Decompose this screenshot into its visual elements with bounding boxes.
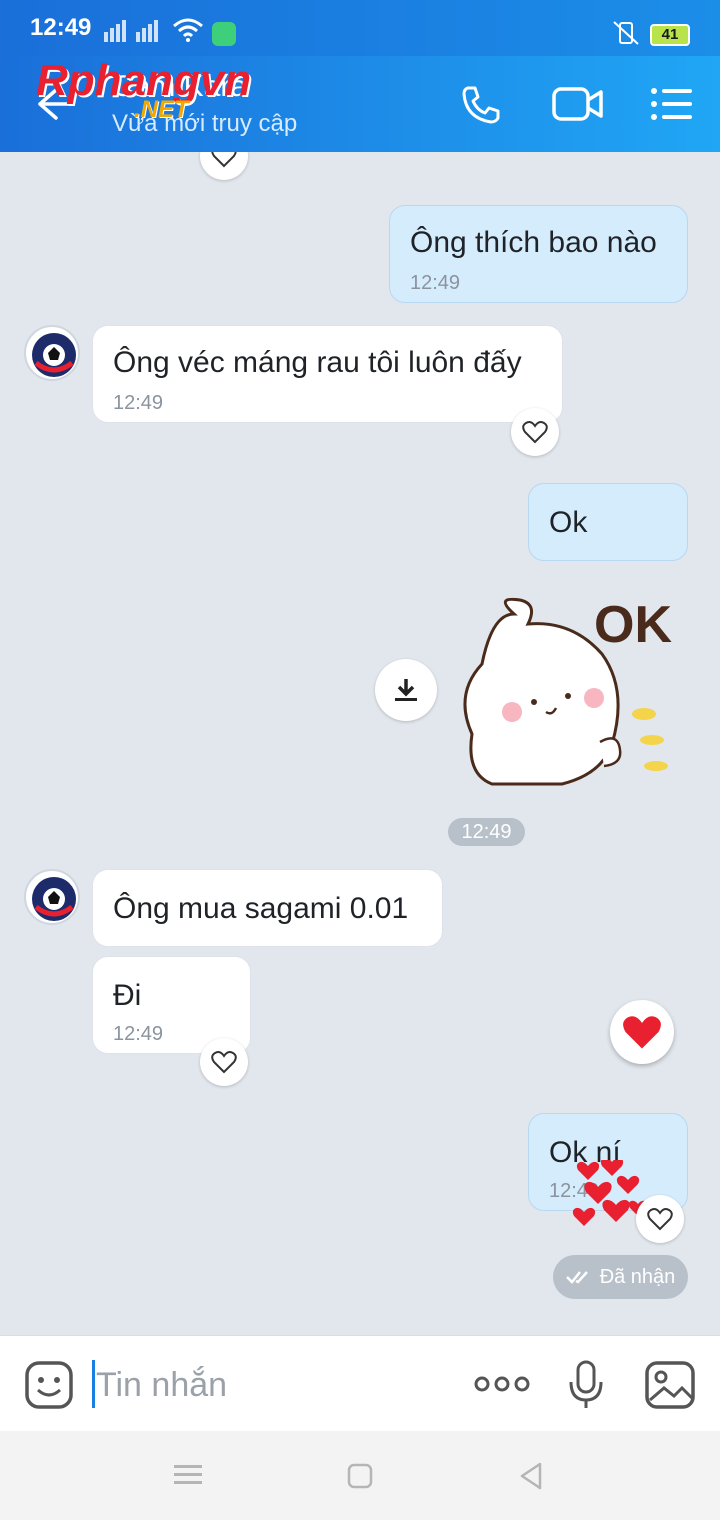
message-input-bar: Tin nhắn <box>0 1335 720 1431</box>
more-options-icon[interactable] <box>474 1374 530 1399</box>
red-heart-icon <box>623 1016 661 1049</box>
microphone-icon[interactable] <box>568 1360 604 1415</box>
reaction-heart-button[interactable] <box>200 152 248 180</box>
wifi-icon <box>172 18 204 49</box>
message-time: 12:49 <box>410 272 461 294</box>
phone-call-icon[interactable] <box>460 84 502 131</box>
text-cursor <box>92 1360 95 1408</box>
status-time: 12:49 <box>30 14 92 41</box>
delivery-status-text: Đã nhận <box>599 1265 676 1288</box>
delivery-status-badge: Đã nhận <box>553 1255 688 1299</box>
home-icon[interactable] <box>347 1463 373 1494</box>
ok-sticker[interactable]: OK <box>452 594 688 794</box>
message-bubble-incoming[interactable]: Ông véc máng rau tôi luôn đấy 12:49 <box>92 325 563 423</box>
battery-level: 41 <box>661 26 679 43</box>
status-bar: 12:49 41 <box>0 0 720 56</box>
system-nav-bar <box>0 1431 720 1520</box>
menu-list-icon[interactable] <box>650 86 694 127</box>
contact-avatar[interactable] <box>24 325 80 381</box>
reaction-heart-button[interactable] <box>200 1038 248 1086</box>
time-divider: 12:49 <box>448 818 525 846</box>
message-bubble-incoming[interactable]: Ông mua sagami 0.01 <box>92 869 443 947</box>
reaction-heart-button[interactable] <box>636 1195 684 1243</box>
video-call-icon[interactable] <box>552 86 604 127</box>
sticker-ok-label: OK <box>594 596 672 654</box>
message-text: Ông thích bao nào <box>410 226 657 259</box>
message-bubble-outgoing[interactable]: Ok <box>528 483 688 561</box>
battery-icon: 41 <box>650 24 690 46</box>
reaction-heart-button[interactable] <box>511 408 559 456</box>
message-text: Ok <box>549 506 588 539</box>
download-icon <box>395 679 417 701</box>
time-divider-label: 12:49 <box>461 820 512 843</box>
quick-heart-button[interactable] <box>610 1000 674 1064</box>
chat-header: Cam Kara Vừa mới truy cập Rphangvn .NET <box>0 56 720 152</box>
double-check-icon <box>565 1271 588 1284</box>
message-text: Ông véc máng rau tôi luôn đấy <box>113 346 522 379</box>
signal-icon <box>100 18 160 51</box>
app-notification-icon <box>212 22 236 46</box>
image-gallery-icon[interactable] <box>644 1360 696 1415</box>
message-text: Đi <box>113 979 142 1012</box>
watermark-net: .NET <box>134 96 189 123</box>
emoji-sticker-icon[interactable] <box>24 1360 76 1415</box>
message-time: 12:49 <box>113 392 164 414</box>
contact-avatar[interactable] <box>24 869 80 925</box>
download-button[interactable] <box>375 659 437 721</box>
chat-area[interactable]: Ông thích bao nào 12:49 Ông véc máng rau… <box>0 152 720 1335</box>
message-time: 12:49 <box>113 1023 164 1045</box>
message-input[interactable]: Tin nhắn <box>96 1366 227 1405</box>
recent-apps-icon[interactable] <box>174 1463 202 1492</box>
message-text: Ông mua sagami 0.01 <box>113 892 409 925</box>
message-bubble-outgoing[interactable]: Ông thích bao nào 12:49 <box>389 205 688 303</box>
mute-vibrate-icon <box>612 20 640 53</box>
back-nav-icon[interactable] <box>518 1461 544 1496</box>
